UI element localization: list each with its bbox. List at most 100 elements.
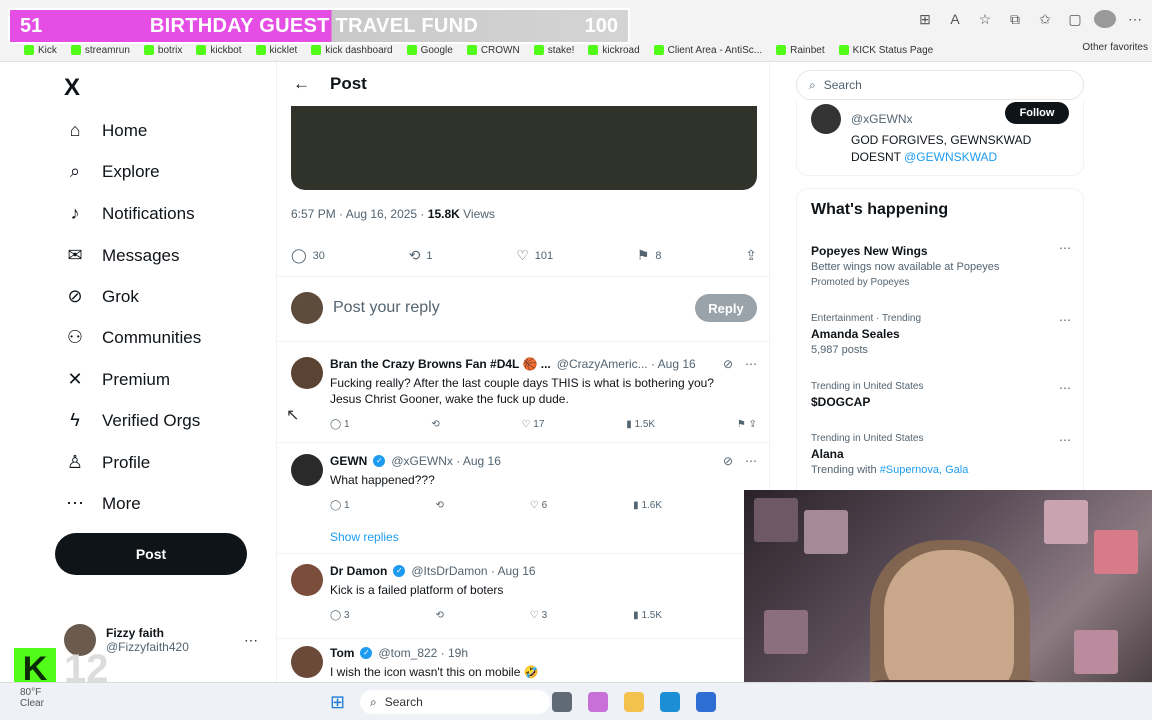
more-icon[interactable]: ⋯	[1059, 313, 1071, 327]
x-icon: ✕	[67, 369, 83, 389]
other-favorites[interactable]: Other favorites	[1082, 42, 1148, 53]
favorite-star-icon[interactable]: ☆	[974, 11, 996, 28]
trend-item[interactable]: Entertainment · Trending Amanda Seales 5…	[811, 313, 1071, 356]
trend-item[interactable]: Trending in United States $DOGCAP ⋯	[811, 381, 1071, 409]
nav-home[interactable]: ⌂ Home	[64, 120, 148, 141]
nav-premium[interactable]: ✕ Premium	[64, 369, 170, 390]
trend-item[interactable]: Popeyes New Wings Better wings now avail…	[811, 241, 1071, 288]
reply-icon[interactable]: ◯ 3	[330, 610, 350, 621]
bookmark-item[interactable]: Rainbet	[776, 45, 825, 56]
views-icon[interactable]: ▮ 1.6K	[633, 500, 662, 511]
nav-messages[interactable]: ✉ Messages	[64, 245, 179, 266]
bookmark-item[interactable]: kickbot	[196, 45, 242, 56]
more-icon[interactable]: ⋯	[1059, 433, 1071, 447]
goal-title: BIRTHDAY GUEST TRAVEL FUND	[149, 14, 479, 37]
bookmark-item[interactable]: stake!	[533, 45, 574, 56]
heart-icon[interactable]: ♡ 6	[530, 500, 547, 511]
trend-item[interactable]: Trending in United States Alana Trending…	[811, 433, 1071, 476]
follow-button[interactable]: Follow	[1005, 102, 1069, 124]
edge-icon[interactable]	[660, 692, 680, 712]
apps-icon[interactable]: ⊞	[914, 11, 936, 28]
post-button[interactable]: Post	[55, 533, 247, 575]
views-icon[interactable]: ▮ 1.5K	[633, 610, 662, 621]
reply-item[interactable]: Tom✓@tom_822 · 19h ⊘ I wish the icon was…	[291, 646, 757, 682]
bookmark-item[interactable]: CROWN	[466, 45, 520, 56]
read-aloud-icon[interactable]: A	[944, 11, 966, 27]
nav-grok[interactable]: ⊘ Grok	[64, 286, 138, 307]
more-icon[interactable]: ⋯	[745, 454, 757, 468]
bookmark-icon[interactable]: ⚑ ⇪	[737, 419, 757, 430]
views-icon[interactable]: ▮ 1.5K	[626, 419, 655, 430]
right-sidebar: ⌕ Search @xGEWNx Follow GOD FORGIVES, GEW…	[796, 62, 1086, 498]
bookmark-item[interactable]: kick dashboard	[311, 45, 393, 56]
verified-badge-icon: ✓	[393, 565, 406, 577]
profile-avatar[interactable]	[1094, 10, 1116, 28]
bookmark-item[interactable]: kicklet	[255, 45, 297, 56]
copilot-icon[interactable]	[588, 692, 608, 712]
reply-icon[interactable]: ◯ 1	[330, 419, 350, 430]
extensions-icon[interactable]: ⧉	[1004, 11, 1026, 28]
repost-icon[interactable]: ⟲	[436, 610, 444, 621]
bookmark-item[interactable]: Google	[406, 45, 453, 56]
repost-count-button[interactable]: ⟲ 1	[409, 247, 433, 264]
reply-item[interactable]: Dr Damon✓@ItsDrDamon · Aug 16 ⊘ Kick is …	[291, 564, 757, 634]
repost-icon[interactable]: ⟲	[431, 419, 439, 430]
nav-explore[interactable]: ⌕ Explore	[64, 161, 160, 182]
reply-icon[interactable]: ◯ 1	[330, 500, 350, 511]
reply-item[interactable]: GEWN ✓ @xGEWNx · Aug 16 ⊘ ⋯ What happened??…	[291, 454, 757, 524]
reply-icon: ◯	[291, 247, 307, 263]
post-media[interactable]	[291, 106, 757, 190]
bookmark-item[interactable]: Client Area - AntiSc...	[653, 45, 762, 56]
search-icon: ⌕	[370, 694, 377, 709]
bookmark-item[interactable]: KICK Status Page	[838, 45, 933, 56]
reply-button[interactable]: Reply	[695, 294, 757, 322]
task-view-icon[interactable]	[552, 692, 572, 712]
grok-icon[interactable]: ⊘	[723, 357, 733, 371]
store-icon[interactable]	[696, 692, 716, 712]
start-icon[interactable]: ⊞	[330, 692, 350, 712]
nav-profile[interactable]: ♙ Profile	[64, 452, 150, 473]
avatar	[291, 357, 323, 389]
account-more-icon[interactable]: ⋯	[244, 632, 258, 649]
collections-icon[interactable]: ▢	[1064, 11, 1086, 28]
reply-count-button[interactable]: ◯ 30	[291, 247, 325, 264]
x-logo-icon[interactable]: X	[64, 74, 80, 102]
like-count-button[interactable]: ♡ 101	[516, 247, 553, 264]
bookmark-count-button[interactable]: ⚑ 8	[637, 247, 662, 264]
heart-icon: ♡	[516, 247, 529, 263]
post-stats: ◯ 30 ⟲ 1 ♡ 101 ⚑ 8 ⇪	[291, 247, 757, 264]
nav-communities[interactable]: ⚇ Communities	[64, 327, 201, 348]
nav-notifications[interactable]: ♪ Notifications	[64, 203, 195, 224]
heart-icon[interactable]: ♡ 17	[522, 419, 545, 430]
more-icon[interactable]: ⋯	[745, 357, 757, 371]
nav-more[interactable]: ⋯ More	[64, 493, 141, 514]
show-replies-link[interactable]: Show replies	[330, 530, 399, 544]
reply-input[interactable]: Post your reply	[333, 299, 440, 317]
bookmark-item[interactable]: botrix	[143, 45, 182, 56]
views-count: 15.8K	[427, 207, 460, 221]
settings-more-icon[interactable]: ⋯	[1124, 11, 1146, 28]
repost-icon[interactable]: ⟲	[436, 500, 444, 511]
bookmark-item[interactable]: kickroad	[588, 45, 640, 56]
bookmark-item[interactable]: Kick	[24, 45, 57, 56]
taskbar: 80°F Clear ⊞ ⌕ Search	[0, 682, 1152, 720]
bookmark-item[interactable]: streamrun	[70, 45, 130, 56]
file-explorer-icon[interactable]	[624, 692, 644, 712]
nav-verified-orgs[interactable]: ϟ Verified Orgs	[64, 410, 200, 431]
follow-handle: @xGEWNx	[851, 112, 913, 126]
reply-item[interactable]: Bran the Crazy Browns Fan #D4L 🏀 ... @Cra…	[291, 357, 757, 437]
more-circle-icon: ⋯	[66, 493, 84, 513]
share-button[interactable]: ⇪	[745, 247, 757, 264]
grok-icon[interactable]: ⊘	[723, 454, 733, 468]
search-input[interactable]: ⌕ Search	[796, 70, 1084, 100]
post-header: ← Post	[277, 62, 769, 106]
taskbar-search[interactable]: ⌕ Search	[360, 690, 550, 714]
weather-widget[interactable]: 80°F Clear	[20, 687, 44, 709]
back-arrow-icon[interactable]: ←	[293, 74, 310, 94]
more-icon[interactable]: ⋯	[1059, 241, 1071, 255]
repost-icon: ⟲	[408, 247, 421, 263]
bio-link[interactable]: @GEWNSKWAD	[904, 150, 997, 164]
more-icon[interactable]: ⋯	[1059, 381, 1071, 395]
favorites-icon[interactable]: ✩	[1034, 11, 1056, 28]
heart-icon[interactable]: ♡ 3	[530, 610, 547, 621]
